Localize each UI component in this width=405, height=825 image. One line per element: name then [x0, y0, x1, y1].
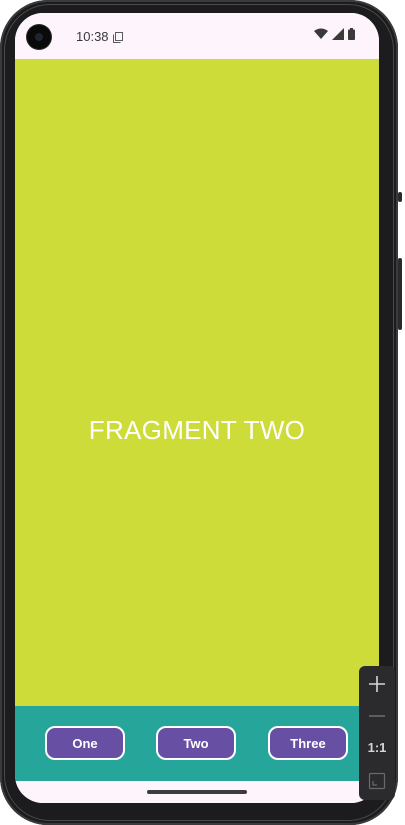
camera-icon [27, 25, 51, 49]
clipboard-icon [113, 30, 123, 43]
gesture-handle[interactable] [147, 790, 247, 794]
status-time: 10:38 [76, 29, 109, 44]
zoom-fit-icon[interactable] [368, 772, 386, 790]
button-three[interactable]: Three [268, 726, 348, 760]
zoom-out-icon[interactable] [367, 706, 387, 726]
volume-button [398, 258, 402, 330]
bottom-button-bar: One Two Three [15, 706, 379, 781]
signal-icon [332, 27, 344, 45]
battery-icon [348, 27, 355, 45]
button-two[interactable]: Two [156, 726, 236, 760]
zoom-in-icon[interactable] [367, 674, 387, 694]
status-icons [314, 27, 355, 45]
device-frame: 10:38 FRAGMENT TWO One Two Three [0, 0, 398, 825]
button-one[interactable]: One [45, 726, 125, 760]
status-bar: 10:38 [15, 13, 379, 59]
fragment-title: FRAGMENT TWO [88, 415, 306, 445]
navigation-bar [15, 781, 379, 803]
emulator-zoom-panel: 1:1 [359, 666, 395, 800]
power-button [398, 192, 402, 202]
zoom-actual-size-button[interactable]: 1:1 [359, 740, 395, 755]
wifi-icon [314, 27, 328, 45]
device-screen: 10:38 FRAGMENT TWO One Two Three [15, 13, 379, 803]
fragment-container: FRAGMENT TWO [15, 59, 379, 706]
